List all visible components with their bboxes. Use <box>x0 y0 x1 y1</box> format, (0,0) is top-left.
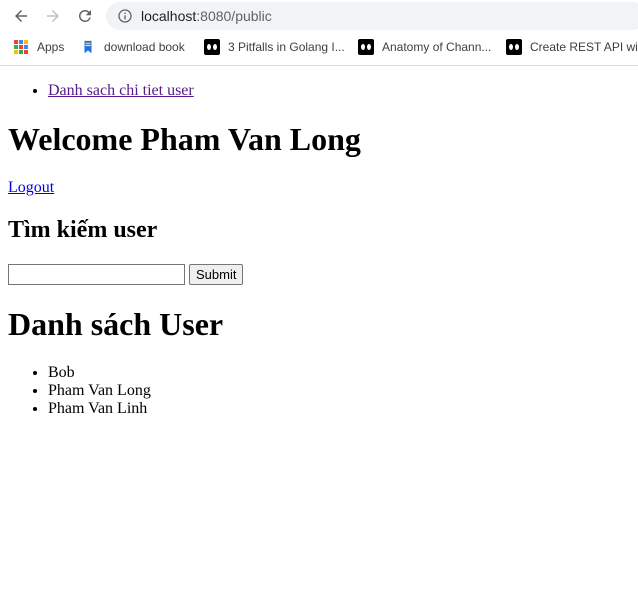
reload-icon <box>79 9 91 22</box>
user-list: Bob Pham Van Long Pham Van Linh <box>8 364 630 418</box>
nav-list: Danh sach chi tiet user <box>8 82 630 100</box>
user-list-item: Pham Van Long <box>48 382 630 400</box>
nav-list-item: Danh sach chi tiet user <box>48 82 630 100</box>
bookmark-label: download book <box>104 40 185 54</box>
url-text: localhost:8080/public <box>141 8 272 24</box>
user-list-item: Bob <box>48 364 630 382</box>
search-input[interactable] <box>8 264 185 285</box>
submit-button[interactable]: Submit <box>189 264 244 285</box>
address-bar[interactable]: localhost:8080/public <box>106 2 638 30</box>
bookmark-label: Apps <box>37 40 65 54</box>
bookmark-anatomy-channels[interactable]: Anatomy of Chann... <box>358 36 491 58</box>
book-icon <box>80 39 96 55</box>
back-arrow-icon <box>15 10 27 22</box>
medium-icon <box>506 39 522 55</box>
search-heading: Tìm kiếm user <box>8 217 158 243</box>
logout-paragraph: Logout <box>8 179 630 197</box>
bookmark-download-book[interactable]: download book <box>80 36 185 58</box>
search-form: Submit <box>8 264 630 285</box>
user-list-item: Pham Van Linh <box>48 400 630 418</box>
forward-arrow-icon <box>47 10 59 22</box>
welcome-heading: Welcome Pham Van Long <box>8 121 361 157</box>
url-host: localhost <box>141 8 197 24</box>
forward-button[interactable] <box>41 4 65 28</box>
page-content: Danh sach chi tiet user Welcome Pham Van… <box>0 66 638 434</box>
medium-icon <box>358 39 374 55</box>
bookmark-label: Anatomy of Chann... <box>382 40 492 54</box>
logout-link[interactable]: Logout <box>8 179 54 196</box>
bookmark-label: 3 Pitfalls in Golang I... <box>228 40 345 54</box>
medium-icon <box>204 39 220 55</box>
info-icon[interactable] <box>117 8 133 24</box>
reload-button[interactable] <box>73 4 97 28</box>
user-list-heading: Danh sách User <box>8 306 224 342</box>
bookmarks-bar: Apps download book 3 Pitfalls in Golang … <box>0 36 638 58</box>
back-button[interactable] <box>9 4 33 28</box>
apps-grid-icon <box>13 39 29 55</box>
bookmark-pitfalls-golang[interactable]: 3 Pitfalls in Golang I... <box>204 36 345 58</box>
user-detail-link[interactable]: Danh sach chi tiet user <box>48 82 194 99</box>
bookmark-label: Create REST API wit... <box>530 40 638 54</box>
url-path: :8080/public <box>196 8 272 24</box>
browser-toolbar: localhost:8080/public Apps download book… <box>0 0 638 66</box>
bookmark-create-rest-api[interactable]: Create REST API wit... <box>506 36 638 58</box>
bookmark-apps[interactable]: Apps <box>13 36 64 58</box>
